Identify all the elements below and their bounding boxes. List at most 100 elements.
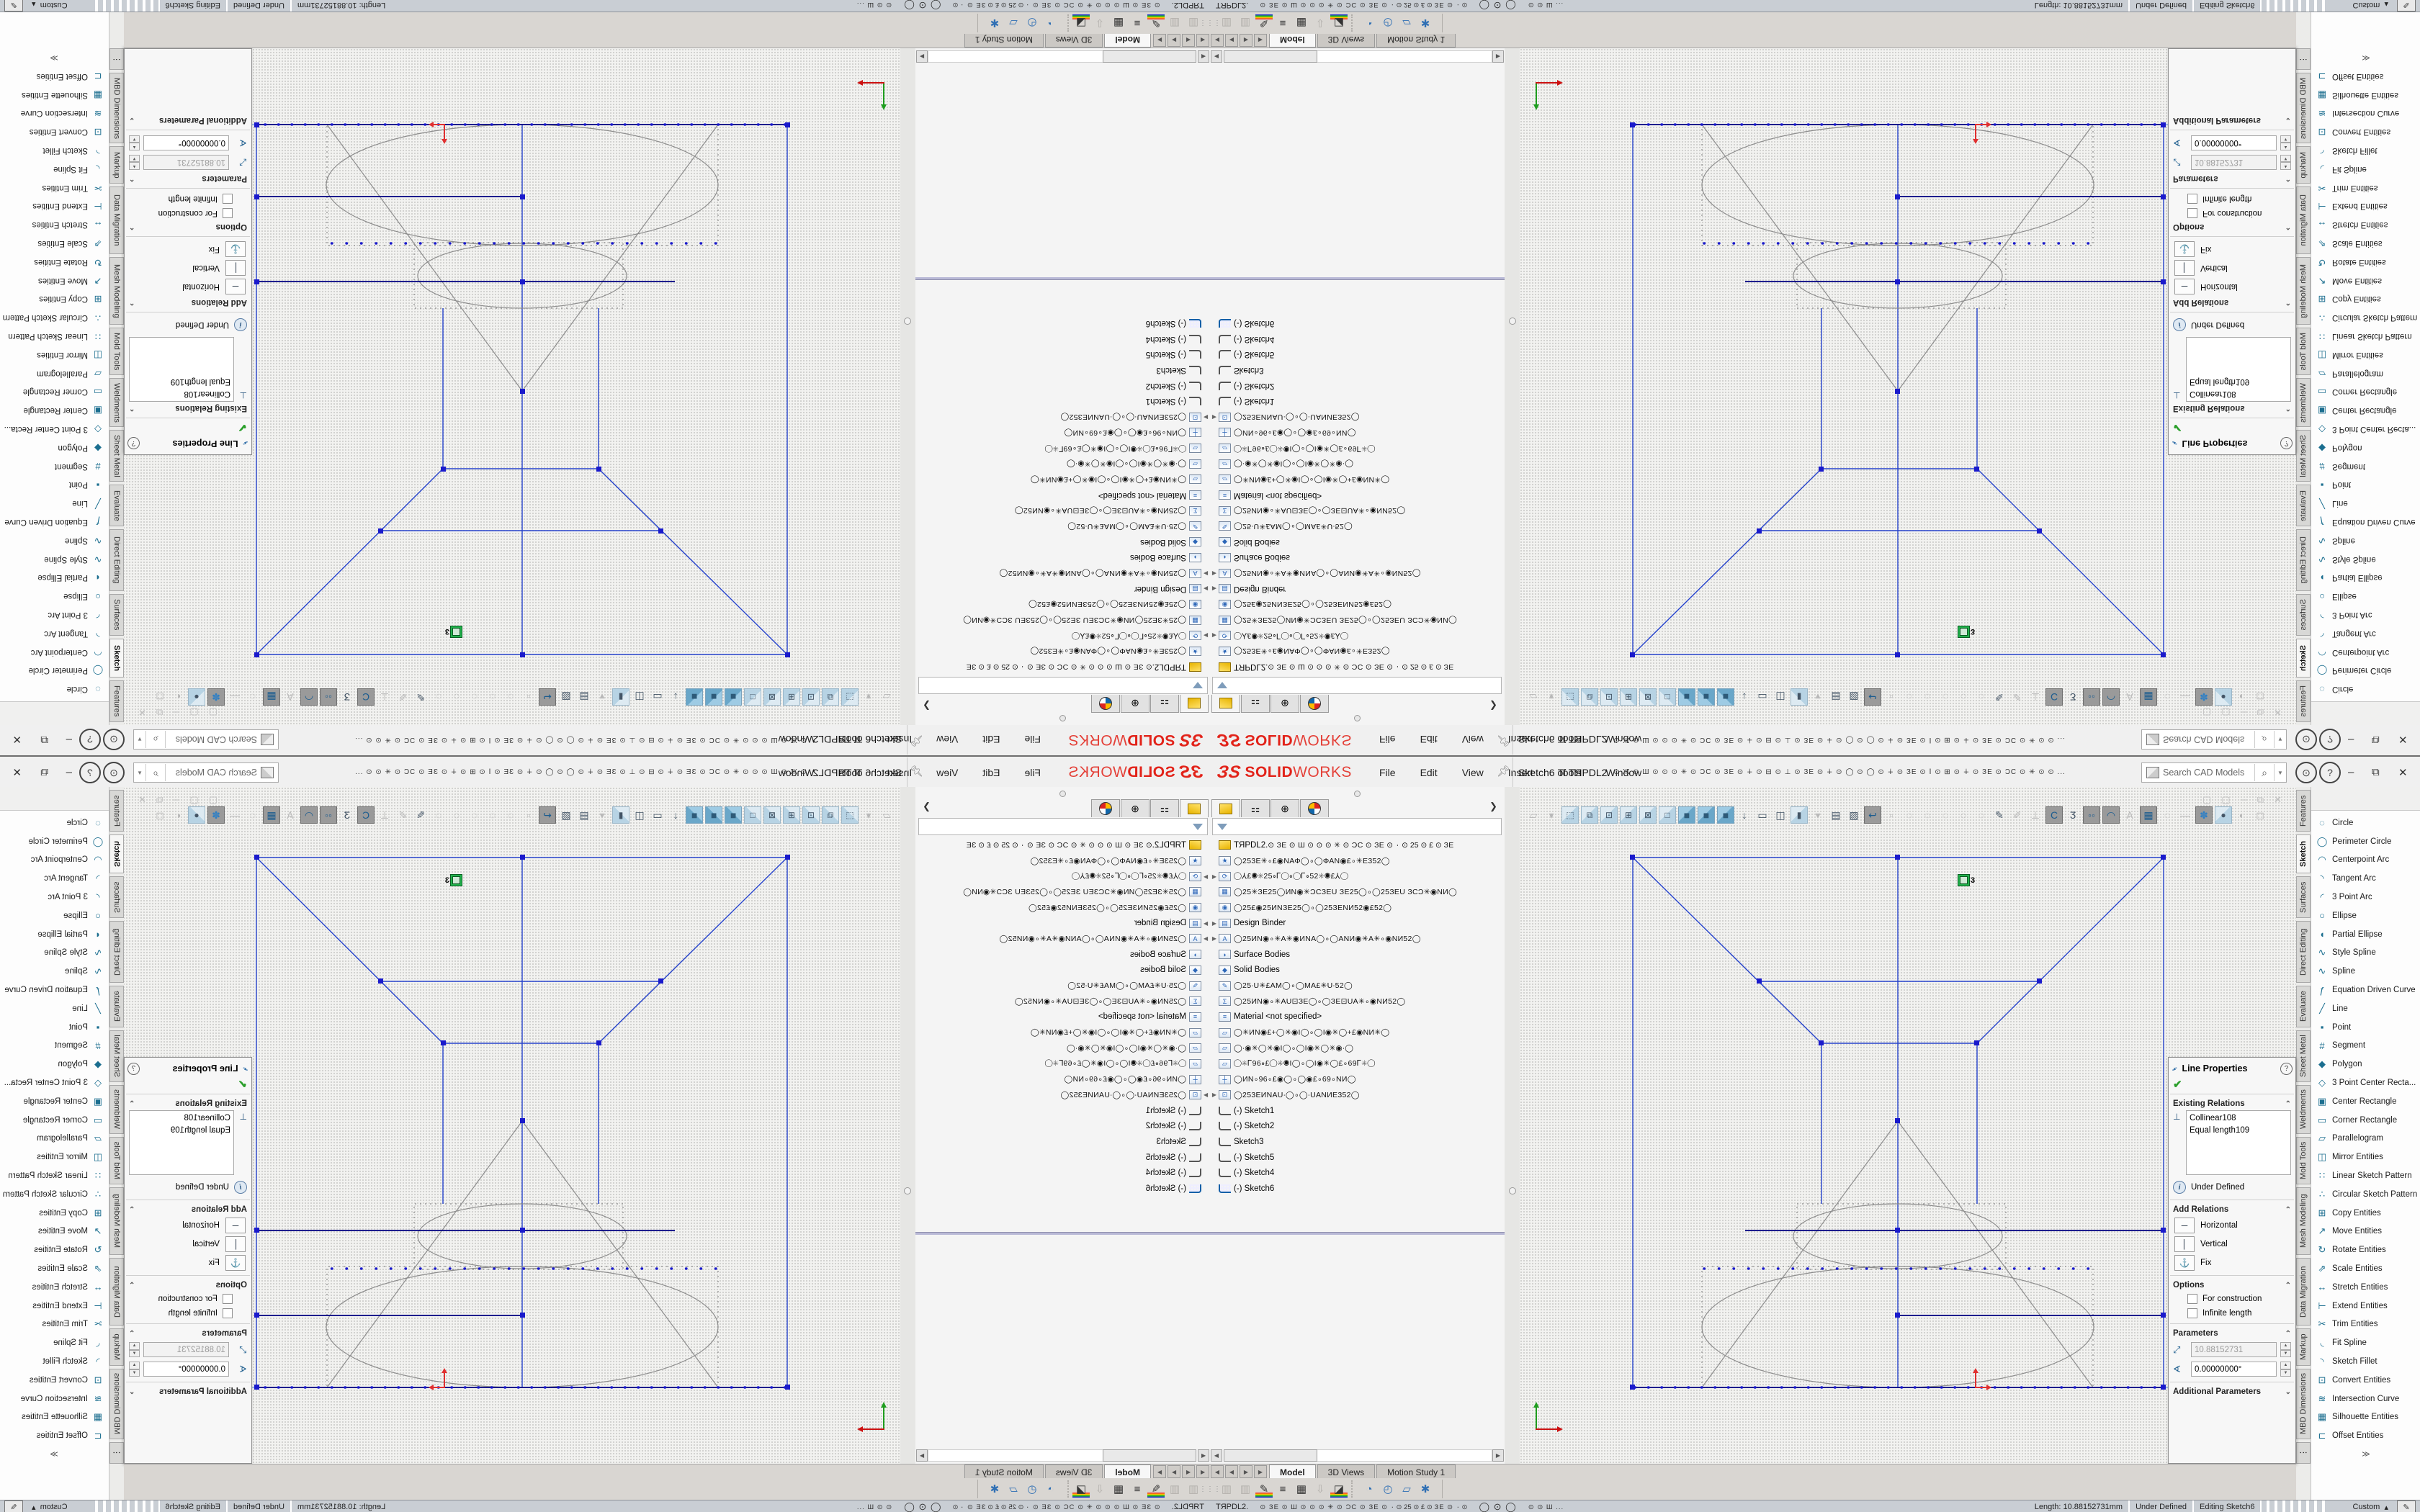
tab-model[interactable]: Model	[1104, 1464, 1151, 1479]
tab-motion-study-1[interactable]: Motion Study 1	[964, 33, 1044, 48]
tree-horizontal-scrollbar[interactable]: ◀ ▶	[1211, 51, 1504, 63]
bottom-toolbar-icon[interactable]: ≡	[1129, 14, 1146, 32]
bottom-toolbar-icon[interactable]: ⋮⋮	[1204, 14, 1209, 32]
tool-mirror-entities[interactable]: ◫Mirror Entities	[2311, 346, 2420, 364]
bottom-toolbar-icon[interactable]: ◔	[1042, 14, 1059, 32]
tool-offset-entities[interactable]: ⊏Offset Entities	[0, 67, 109, 86]
collapse-chevron-icon[interactable]: ⌃	[129, 1282, 135, 1290]
vertical-relation-icon[interactable]: │	[2174, 1236, 2195, 1252]
tool-intersection-curve[interactable]: ≋Intersection Curve	[0, 104, 109, 123]
cmd-tab-features[interactable]: Features	[109, 680, 124, 722]
bottom-toolbar-icon[interactable]: ◔	[1361, 14, 1378, 32]
tab-motion-study-1[interactable]: Motion Study 1	[964, 1464, 1044, 1479]
tool-copy-entities[interactable]: ⊞Copy Entities	[2311, 1204, 2420, 1223]
tab-nav-icon[interactable]: ▶	[1240, 1465, 1252, 1478]
collapse-chevron-icon[interactable]: ⌃	[2285, 405, 2291, 413]
tree-row[interactable]: (-) Sketch5	[1210, 1150, 1505, 1166]
add-relation-fix[interactable]: ⚓Fix	[2169, 1254, 2295, 1272]
tree-row[interactable]: ▦◯25✳ЗЕ25◯ИΝ◉✳ƆCЗЕU ЗЕ25◯∘◯25ЗЕU ЗCƆ✳◉ΝИ…	[915, 884, 1210, 900]
tab-3d-views[interactable]: 3D Views	[1045, 33, 1103, 48]
tree-row[interactable]: (-) Sketch2	[915, 1118, 1210, 1134]
tool-3-point-arc[interactable]: ◜3 Point Arc	[2311, 888, 2420, 906]
splitter-handle-icon[interactable]	[1509, 1187, 1516, 1194]
bottom-toolbar-icon[interactable]: ✎	[1255, 1480, 1273, 1498]
splitter-handle-icon[interactable]	[1509, 318, 1516, 325]
relation-item[interactable]: Collinear108	[2190, 1112, 2287, 1125]
expand-chevron-icon[interactable]: ⌄	[129, 117, 135, 125]
expand-arrow-icon[interactable]: ▶	[1201, 585, 1210, 592]
close-button[interactable]: ✕	[12, 733, 22, 746]
magnifier-icon[interactable]: ⌕	[146, 764, 166, 781]
tool-linear-sketch-pattern[interactable]: ∷Linear Sketch Pattern	[0, 327, 109, 346]
tool-fit-spline[interactable]: ◟Fit Spline	[0, 1333, 109, 1352]
pin-icon[interactable]: 📌︎	[1497, 733, 1511, 747]
tool-stretch-entities[interactable]: ↔Stretch Entities	[0, 1278, 109, 1297]
bottom-toolbar-icon[interactable]: ▦	[1110, 14, 1127, 32]
tool-line[interactable]: ╱Line	[0, 999, 109, 1018]
bottom-toolbar-icon[interactable]: ◴	[1023, 14, 1041, 32]
tab-nav-icon[interactable]: ▶	[1153, 34, 1166, 47]
tool-mirror-entities[interactable]: ◫Mirror Entities	[0, 346, 109, 364]
section-additional-parameters[interactable]: Additional Parameters⌄	[125, 114, 251, 127]
tree-row[interactable]: ▶A◯25ИΝ◉∘✳Α✳◉ИΝΑ◯∘◯ΑΝИ◉✳Α✳∘◉ΝИ52◯	[1210, 565, 1505, 581]
cmd-tab-mbd-dimensions[interactable]: MBD Dimensions	[109, 1369, 124, 1439]
flyout-arrow-icon[interactable]: ❯	[923, 801, 931, 812]
relation-item[interactable]: Collinear108	[133, 387, 230, 400]
tool-circle[interactable]: ◌Circle	[0, 814, 109, 832]
ok-check-icon[interactable]: ✔	[2169, 421, 2295, 434]
rollback-bar[interactable]	[1210, 277, 1505, 280]
tool-trim-entities[interactable]: ✂Trim Entities	[2311, 179, 2420, 197]
bottom-toolbar-icon[interactable]: ≡	[1129, 1480, 1146, 1498]
tool-ellipse[interactable]: ○Ellipse	[0, 906, 109, 925]
expand-arrow-icon[interactable]: ▶	[1210, 414, 1219, 420]
fix-relation-icon[interactable]: ⚓	[2174, 241, 2195, 257]
collapse-chevron-icon[interactable]: ⌃	[2285, 1100, 2291, 1108]
add-relation-vertical[interactable]: │Vertical	[2169, 258, 2295, 277]
tool-style-spline[interactable]: ∿Style Spline	[0, 944, 109, 963]
tool-silhouette-entities[interactable]: ▦Silhouette Entities	[2311, 86, 2420, 104]
add-relation-vertical[interactable]: │Vertical	[125, 1235, 251, 1254]
scroll-right-icon[interactable]: ▶	[1492, 1449, 1504, 1462]
fix-relation-icon[interactable]: ⚓	[225, 1255, 246, 1271]
bottom-toolbar-icon[interactable]: ▥	[1166, 1480, 1183, 1498]
add-relation-vertical[interactable]: │Vertical	[125, 258, 251, 277]
tree-horizontal-scrollbar[interactable]: ◀ ▶	[916, 51, 1209, 63]
panel-splitter[interactable]	[900, 48, 915, 725]
fm-tab-configurations-icon[interactable]: ⊕	[1270, 799, 1299, 817]
fm-tab-displaymanager-icon[interactable]	[1091, 799, 1120, 817]
horizontal-relation-icon[interactable]: ─	[2174, 279, 2195, 294]
section-existing-relations[interactable]: Existing Relations⌃	[125, 1097, 251, 1110]
help-icon[interactable]: ?	[2319, 729, 2341, 750]
vertical-relation-icon[interactable]: │	[2174, 260, 2195, 276]
expand-arrow-icon[interactable]: ▶	[1201, 873, 1210, 880]
tool-centerpoint-arc[interactable]: ◠Centerpoint Arc	[2311, 643, 2420, 662]
tree-row[interactable]: Sketch3	[915, 1134, 1210, 1150]
option-for-construction[interactable]: For construction	[2169, 1292, 2295, 1306]
bottom-toolbar-icon[interactable]: ▥	[1185, 1480, 1202, 1498]
minimize-button[interactable]: –	[66, 766, 72, 778]
cmd-tab-mold-tools[interactable]: Mold Tools	[2296, 328, 2311, 375]
vertical-relation-icon[interactable]: │	[225, 260, 246, 276]
bottom-toolbar-icon[interactable]: ✱	[1417, 14, 1434, 32]
bottom-toolbar-icon[interactable]: ✎	[1255, 14, 1273, 32]
option-for-construction[interactable]: For construction	[2169, 206, 2295, 220]
tool-intersection-curve[interactable]: ≋Intersection Curve	[0, 1390, 109, 1408]
angle-spinner[interactable]: ▲▼	[129, 135, 140, 150]
expand-arrow-icon[interactable]: ▶	[1201, 414, 1210, 420]
more-tools-chevron-icon[interactable]: ≫	[0, 53, 109, 63]
bottom-toolbar-icon[interactable]: ✱	[986, 1480, 1003, 1498]
cmd-tab-markup[interactable]: Markup	[109, 146, 124, 184]
scrollbar-track[interactable]	[928, 1449, 1103, 1462]
tool-perimeter-circle[interactable]: ◯Perimeter Circle	[0, 832, 109, 851]
more-tools-chevron-icon[interactable]: ≫	[0, 1449, 109, 1459]
restore-button[interactable]: ⧉	[2372, 734, 2380, 746]
relation-badge-3[interactable]: 3	[445, 626, 462, 638]
tool-linear-sketch-pattern[interactable]: ∷Linear Sketch Pattern	[2311, 1166, 2420, 1185]
tool-polygon[interactable]: ◆Polygon	[2311, 438, 2420, 457]
fm-tab-propertymanager-icon[interactable]: ⚏	[1150, 799, 1179, 817]
tree-row[interactable]: ▦◯25✳ЗЕ25◯ИΝ◉✳ƆCЗЕU ЗЕ25◯∘◯25ЗЕU ЗCƆ✳◉ΝИ…	[1210, 884, 1505, 900]
fix-relation-icon[interactable]: ⚓	[225, 241, 246, 257]
bottom-toolbar-icon[interactable]: ▦	[1293, 14, 1310, 32]
bottom-toolbar-icon[interactable]: ⇩	[1091, 14, 1108, 32]
tool-circle[interactable]: ◌Circle	[2311, 680, 2420, 698]
